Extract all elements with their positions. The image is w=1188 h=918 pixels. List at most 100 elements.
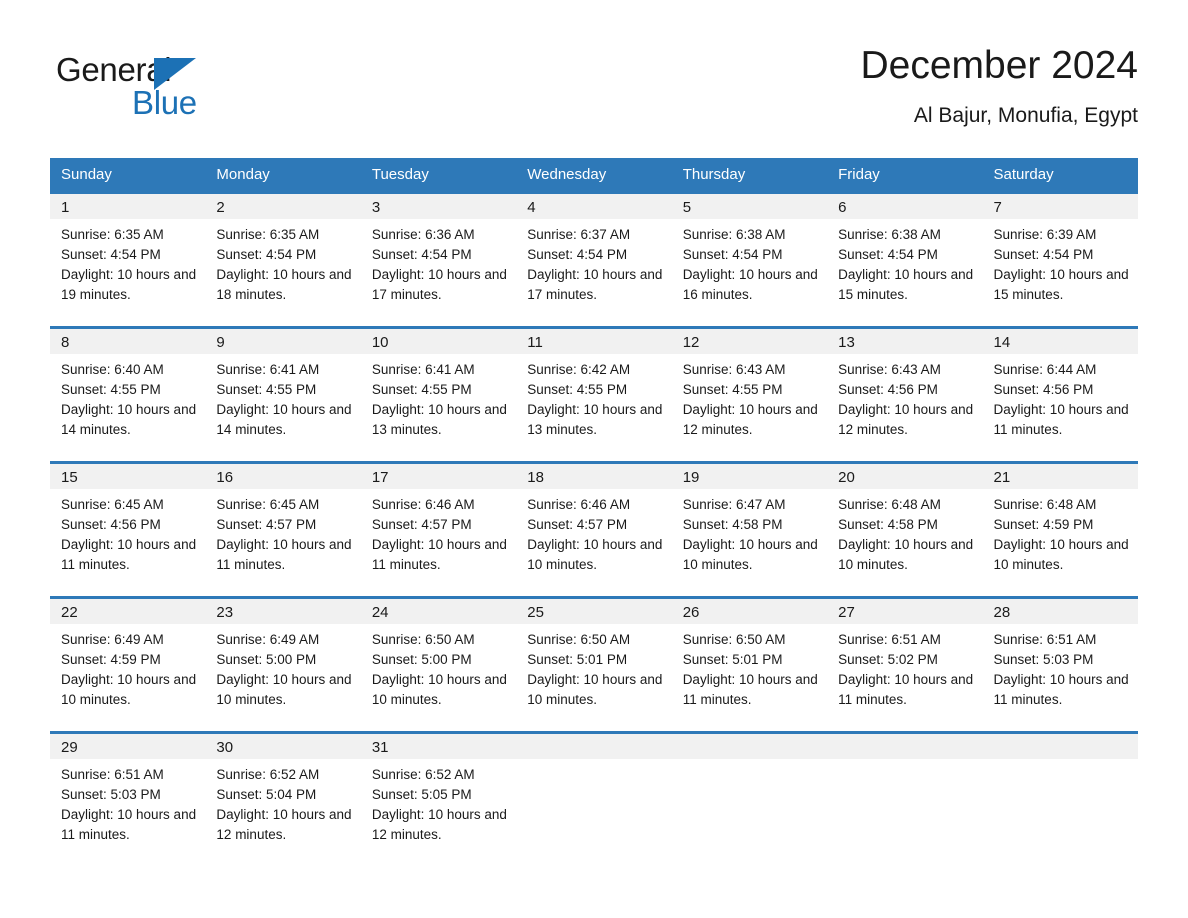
page-header: General Blue December 2024 Al Bajur, Mon… (50, 42, 1138, 150)
calendar-week-row: 15 Sunrise: 6:45 AM Sunset: 4:56 PM Dayligh… (50, 461, 1138, 598)
daylight-text: Daylight: 10 hours and 10 minutes. (527, 672, 663, 707)
day-number: 20 (827, 464, 983, 489)
calendar-day-cell[interactable]: 21 Sunrise: 6:48 AM Sunset: 4:59 PM Dayligh… (982, 461, 1138, 598)
daylight-text: Daylight: 10 hours and 17 minutes. (371, 267, 507, 302)
day-number: 1 (50, 194, 206, 219)
calendar-day-cell[interactable]: 10 Sunrise: 6:41 AM Sunset: 4:55 PM Dayligh… (360, 326, 517, 463)
sunset-text: Sunset: 4:54 PM (61, 247, 161, 262)
sunrise-text: Sunrise: 6:40 AM (61, 362, 164, 377)
day-box: 12 Sunrise: 6:43 AM Sunset: 4:55 PM Dayligh… (671, 329, 828, 461)
calendar-day-cell[interactable]: 14 Sunrise: 6:44 AM Sunset: 4:56 PM Dayligh… (982, 326, 1138, 463)
calendar-day-cell[interactable]: 16 Sunrise: 6:45 AM Sunset: 4:57 PM Dayligh… (205, 461, 361, 598)
calendar-week-row: 1 Sunrise: 6:35 AM Sunset: 4:54 PM Daylight… (50, 191, 1138, 328)
daylight-text: Daylight: 10 hours and 16 minutes. (682, 267, 818, 302)
day-box: 17 Sunrise: 6:46 AM Sunset: 4:57 PM Dayligh… (360, 464, 517, 596)
day-box: 24 Sunrise: 6:50 AM Sunset: 5:00 PM Dayligh… (360, 599, 517, 731)
day-info: Sunrise: 6:47 AM Sunset: 4:58 PM Daylight:… (672, 489, 827, 575)
day-box: 21 Sunrise: 6:48 AM Sunset: 4:59 PM Dayligh… (982, 464, 1138, 596)
calendar-day-cell[interactable]: 3 Sunrise: 6:36 AM Sunset: 4:54 PM Daylight… (360, 191, 517, 328)
day-info: Sunrise: 6:49 AM Sunset: 4:59 PM Daylight:… (50, 624, 205, 710)
calendar-day-cell[interactable]: 13 Sunrise: 6:43 AM Sunset: 4:56 PM Dayligh… (827, 326, 983, 463)
day-number: 24 (360, 599, 517, 624)
day-number: 18 (516, 464, 672, 489)
sunrise-text: Sunrise: 6:43 AM (682, 362, 786, 377)
calendar-day-cell[interactable]: 6 Sunrise: 6:38 AM Sunset: 4:54 PM Daylight… (827, 191, 983, 328)
day-info (983, 759, 1138, 765)
calendar-day-cell[interactable]: 5 Sunrise: 6:38 AM Sunset: 4:54 PM Daylight… (671, 191, 828, 328)
calendar-day-cell[interactable]: 20 Sunrise: 6:48 AM Sunset: 4:58 PM Dayligh… (827, 461, 983, 598)
calendar-day-cell[interactable]: 17 Sunrise: 6:46 AM Sunset: 4:57 PM Dayligh… (360, 461, 517, 598)
sunset-text: Sunset: 4:59 PM (61, 652, 161, 667)
sunset-text: Sunset: 4:55 PM (216, 382, 317, 397)
calendar-day-cell[interactable]: 31 Sunrise: 6:52 AM Sunset: 5:05 PM Dayligh… (360, 731, 517, 866)
weekday-header-saturday: Saturday (982, 158, 1138, 193)
day-number: 3 (360, 194, 517, 219)
daylight-text: Daylight: 10 hours and 11 minutes. (993, 672, 1129, 707)
calendar-day-cell[interactable]: 19 Sunrise: 6:47 AM Sunset: 4:58 PM Dayligh… (671, 461, 828, 598)
calendar-day-cell[interactable]: 8 Sunrise: 6:40 AM Sunset: 4:55 PM Daylight… (50, 326, 206, 463)
sunset-text: Sunset: 4:55 PM (61, 382, 161, 397)
daylight-text: Daylight: 10 hours and 11 minutes. (371, 537, 507, 572)
sunset-text: Sunset: 4:54 PM (371, 247, 472, 262)
sunset-text: Sunset: 4:55 PM (682, 382, 783, 397)
sunrise-text: Sunrise: 6:50 AM (371, 632, 475, 647)
calendar-day-cell[interactable]: 9 Sunrise: 6:41 AM Sunset: 4:55 PM Daylight… (205, 326, 361, 463)
sunrise-text: Sunrise: 6:46 AM (371, 497, 475, 512)
calendar-week-row: 29 Sunrise: 6:51 AM Sunset: 5:03 PM Dayligh… (50, 731, 1138, 866)
logo-text-blue: Blue (132, 84, 197, 121)
daylight-text: Daylight: 10 hours and 15 minutes. (838, 267, 974, 302)
day-info: Sunrise: 6:36 AM Sunset: 4:54 PM Daylight:… (361, 219, 516, 305)
calendar-day-cell[interactable]: 7 Sunrise: 6:39 AM Sunset: 4:54 PM Daylight… (982, 191, 1138, 328)
sunrise-text: Sunrise: 6:45 AM (216, 497, 320, 512)
calendar-day-cell[interactable]: 12 Sunrise: 6:43 AM Sunset: 4:55 PM Dayligh… (671, 326, 828, 463)
day-number: 4 (516, 194, 672, 219)
sunrise-text: Sunrise: 6:49 AM (216, 632, 320, 647)
calendar-day-cell[interactable]: 27 Sunrise: 6:51 AM Sunset: 5:02 PM Dayligh… (827, 596, 983, 733)
sunrise-text: Sunrise: 6:38 AM (682, 227, 786, 242)
day-box: 11 Sunrise: 6:42 AM Sunset: 4:55 PM Dayligh… (516, 329, 672, 461)
calendar-day-cell[interactable]: 1 Sunrise: 6:35 AM Sunset: 4:54 PM Daylight… (50, 191, 206, 328)
calendar-day-cell[interactable]: 18 Sunrise: 6:46 AM Sunset: 4:57 PM Dayligh… (516, 461, 672, 598)
day-number (671, 734, 828, 759)
sunset-text: Sunset: 5:03 PM (993, 652, 1094, 667)
calendar-day-cell[interactable]: 11 Sunrise: 6:42 AM Sunset: 4:55 PM Dayligh… (516, 326, 672, 463)
sunrise-text: Sunrise: 6:49 AM (61, 632, 164, 647)
day-box: 5 Sunrise: 6:38 AM Sunset: 4:54 PM Daylight… (671, 194, 828, 326)
day-info: Sunrise: 6:42 AM Sunset: 4:55 PM Daylight:… (516, 354, 671, 440)
calendar-day-cell[interactable]: 26 Sunrise: 6:50 AM Sunset: 5:01 PM Dayligh… (671, 596, 828, 733)
day-box: 7 Sunrise: 6:39 AM Sunset: 4:54 PM Daylight… (982, 194, 1138, 326)
day-number (982, 734, 1138, 759)
calendar-day-cell[interactable]: 15 Sunrise: 6:45 AM Sunset: 4:56 PM Dayligh… (50, 461, 206, 598)
sunset-text: Sunset: 4:57 PM (216, 517, 317, 532)
calendar-day-cell[interactable]: 29 Sunrise: 6:51 AM Sunset: 5:03 PM Dayligh… (50, 731, 206, 866)
calendar-day-cell[interactable]: 30 Sunrise: 6:52 AM Sunset: 5:04 PM Dayligh… (205, 731, 361, 866)
calendar-day-cell[interactable]: 2 Sunrise: 6:35 AM Sunset: 4:54 PM Daylight… (205, 191, 361, 328)
sunrise-text: Sunrise: 6:41 AM (371, 362, 475, 377)
weekday-header-thursday: Thursday (671, 158, 828, 193)
day-box: 27 Sunrise: 6:51 AM Sunset: 5:02 PM Dayligh… (827, 599, 983, 731)
day-info (672, 759, 827, 765)
page-location: Al Bajur, Monufia, Egypt (913, 104, 1138, 127)
day-box: 28 Sunrise: 6:51 AM Sunset: 5:03 PM Dayligh… (982, 599, 1138, 731)
day-number: 26 (671, 599, 828, 624)
calendar-day-cell[interactable]: 22 Sunrise: 6:49 AM Sunset: 4:59 PM Dayligh… (50, 596, 206, 733)
weekday-header-wednesday: Wednesday (516, 158, 672, 193)
day-number: 25 (516, 599, 672, 624)
day-box: 1 Sunrise: 6:35 AM Sunset: 4:54 PM Daylight… (50, 194, 206, 326)
calendar-day-cell[interactable]: 24 Sunrise: 6:50 AM Sunset: 5:00 PM Dayligh… (360, 596, 517, 733)
day-number: 13 (827, 329, 983, 354)
day-info: Sunrise: 6:45 AM Sunset: 4:57 PM Daylight:… (205, 489, 360, 575)
day-info: Sunrise: 6:45 AM Sunset: 4:56 PM Daylight:… (50, 489, 205, 575)
weekday-header-monday: Monday (205, 158, 361, 193)
day-info: Sunrise: 6:41 AM Sunset: 4:55 PM Daylight:… (205, 354, 360, 440)
calendar-day-cell[interactable]: 28 Sunrise: 6:51 AM Sunset: 5:03 PM Dayligh… (982, 596, 1138, 733)
daylight-text: Daylight: 10 hours and 18 minutes. (216, 267, 352, 302)
calendar-day-cell[interactable]: 23 Sunrise: 6:49 AM Sunset: 5:00 PM Dayligh… (205, 596, 361, 733)
calendar-day-cell[interactable]: 4 Sunrise: 6:37 AM Sunset: 4:54 PM Daylight… (516, 191, 672, 328)
calendar-day-cell[interactable]: 25 Sunrise: 6:50 AM Sunset: 5:01 PM Dayligh… (516, 596, 672, 733)
day-number: 12 (671, 329, 828, 354)
day-number: 16 (205, 464, 361, 489)
sunrise-text: Sunrise: 6:41 AM (216, 362, 320, 377)
sunrise-text: Sunrise: 6:43 AM (838, 362, 941, 377)
daylight-text: Daylight: 10 hours and 11 minutes. (61, 537, 197, 572)
